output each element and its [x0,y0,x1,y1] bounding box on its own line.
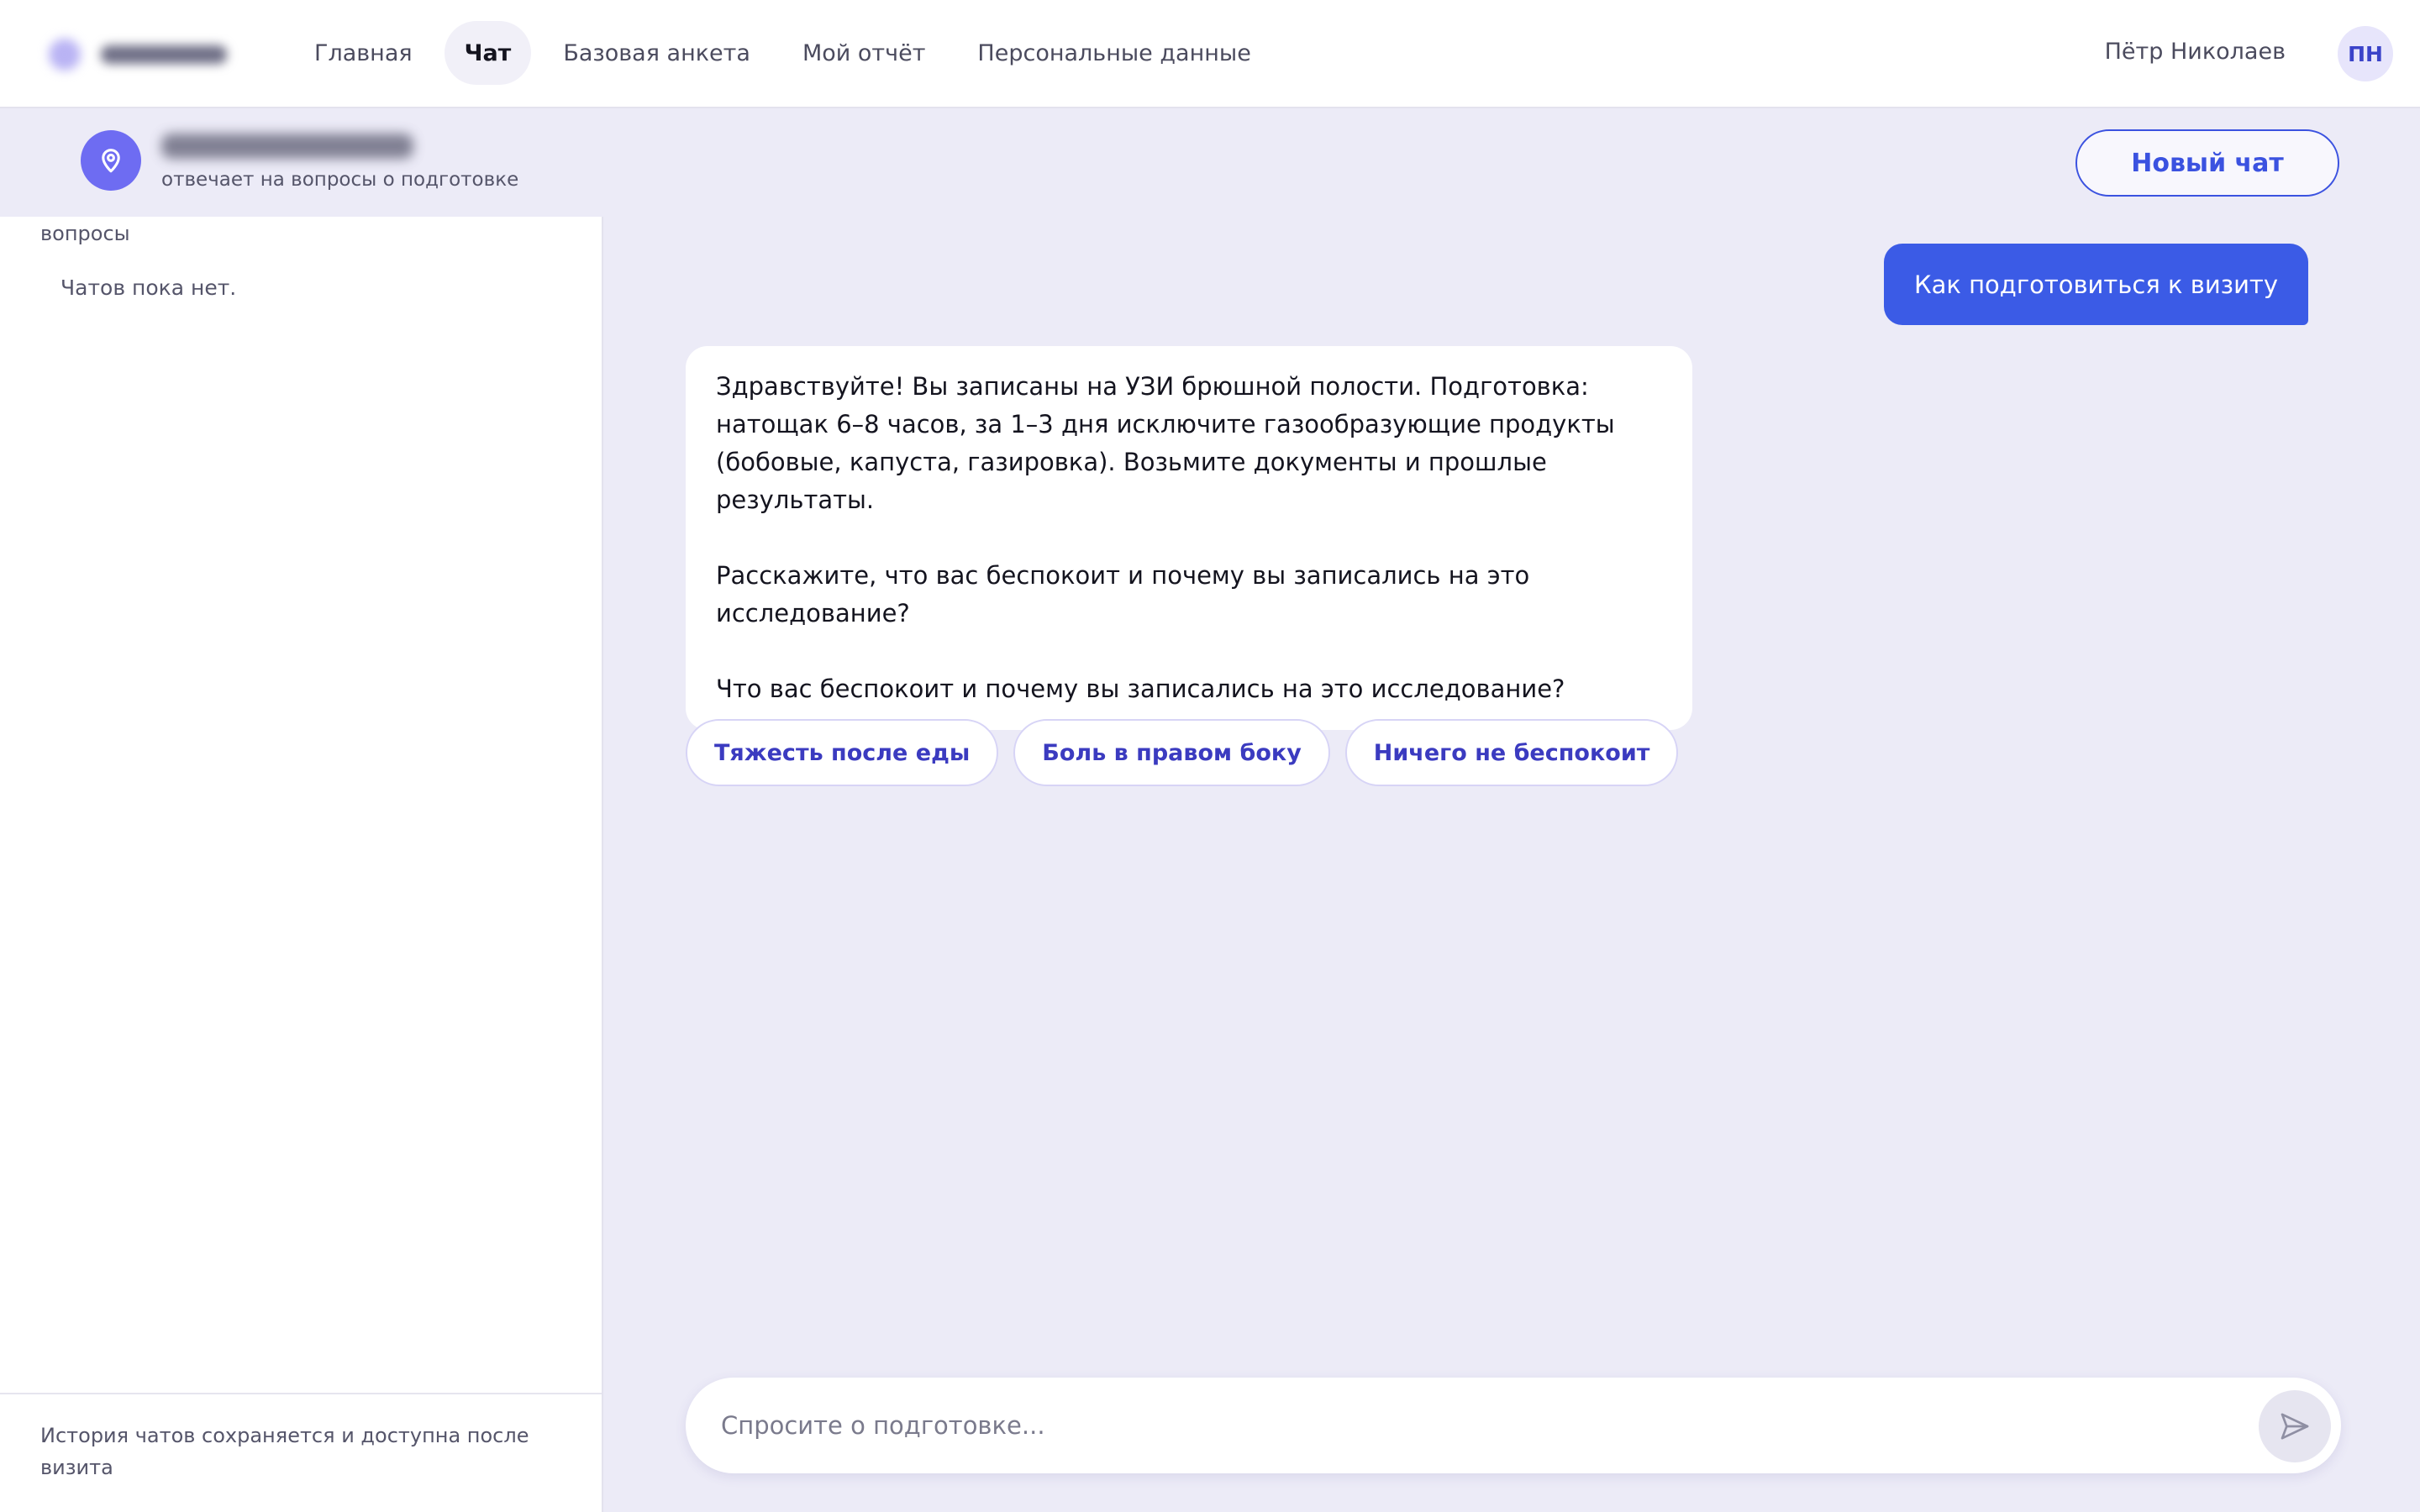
sidebar-footer-note: История чатов сохраняется и доступна пос… [0,1393,602,1512]
send-button[interactable] [2259,1390,2331,1462]
assistant-header: отвечает на вопросы о подготовке Новый ч… [0,108,2420,217]
message-input[interactable] [719,1396,2215,1455]
nav-item-home[interactable]: Главная [294,21,433,85]
logo-mark [49,39,81,71]
logo-wordmark [101,45,227,64]
user-message: Как подготовиться к визиту [1884,244,2308,325]
location-pin-icon [81,130,141,191]
assistant-message-paragraph: Что вас беспокоит и почему вы записались… [716,675,1565,703]
assistant-message-paragraph: Здравствуйте! Вы записаны на УЗИ брюшной… [716,372,1615,514]
nav-item-personal-data[interactable]: Персональные данные [957,21,1270,85]
quick-reply-nothing[interactable]: Ничего не беспокоит [1344,719,1679,786]
user-name[interactable]: Пётр Николаев [2105,39,2286,65]
top-bar: Главная Чат Базовая анкета Мой отчёт Пер… [0,0,2420,108]
assistant-message-paragraph: Расскажите, что вас беспокоит и почему в… [716,561,1530,627]
send-icon [2281,1413,2309,1440]
nav-item-my-report[interactable]: Мой отчёт [782,21,945,85]
sidebar-empty-state: Чатов пока нет. [60,276,237,300]
nav-item-base-questionnaire[interactable]: Базовая анкета [543,21,771,85]
chat-area: Как подготовиться к визиту Здравствуйте!… [603,217,2420,1512]
quick-reply-right-side-pain[interactable]: Боль в правом боку [1013,719,1330,786]
main-nav: Главная Чат Базовая анкета Мой отчёт Пер… [294,20,1271,86]
quick-replies: Тяжесть после еды Боль в правом боку Нич… [686,719,1679,786]
chat-history-sidebar: вопросы Чатов пока нет. История чатов со… [0,217,603,1512]
assistant-message: Здравствуйте! Вы записаны на УЗИ брюшной… [686,346,1692,730]
assistant-name-redacted [161,134,413,159]
quick-reply-heaviness[interactable]: Тяжесть после еды [686,719,999,786]
message-composer [686,1378,2341,1473]
nav-item-chat[interactable]: Чат [444,21,532,85]
logo[interactable] [42,34,235,76]
assistant-subtitle: отвечает на вопросы о подготовке [161,169,519,191]
sidebar-heading: вопросы [40,222,130,245]
new-chat-button[interactable]: Новый чат [2075,129,2339,197]
avatar[interactable]: ПН [2338,26,2393,81]
